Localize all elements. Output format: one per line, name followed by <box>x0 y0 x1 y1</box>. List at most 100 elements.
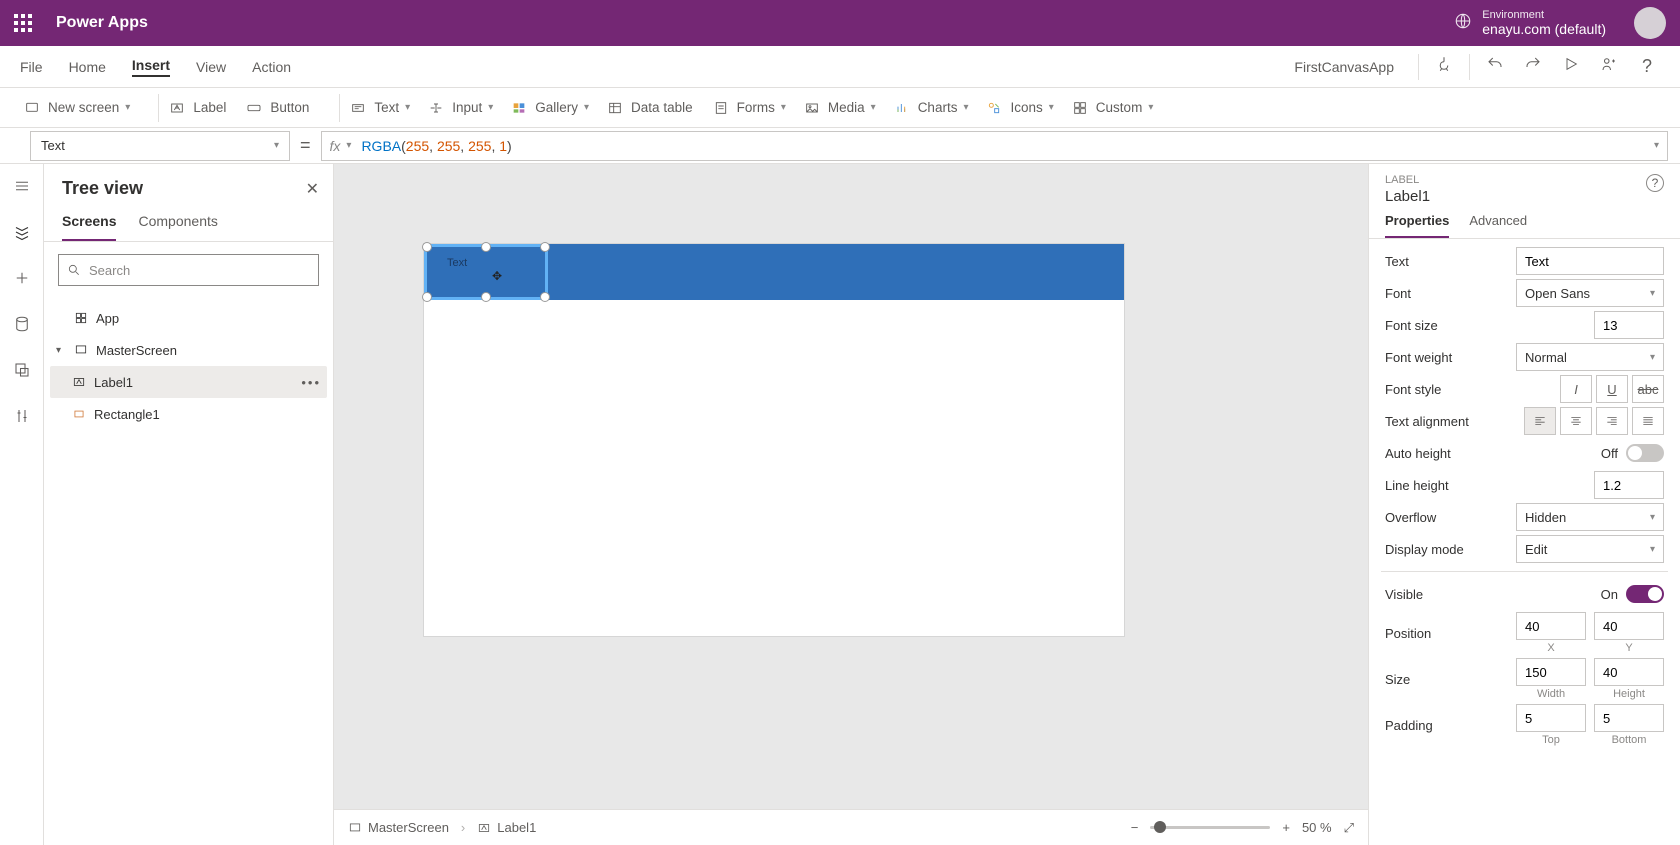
close-icon[interactable]: ✕ <box>306 179 319 199</box>
resize-handle[interactable] <box>540 292 550 302</box>
menu-insert[interactable]: Insert <box>132 57 170 77</box>
align-left-button[interactable] <box>1524 407 1556 435</box>
strikethrough-button[interactable]: abc <box>1632 375 1664 403</box>
insert-icons-label: Icons <box>1010 100 1042 115</box>
prop-visible-toggle[interactable] <box>1626 585 1664 603</box>
prop-padding-top[interactable] <box>1516 704 1586 732</box>
app-launcher-icon[interactable] <box>14 14 32 32</box>
redo-icon[interactable] <box>1514 55 1552 78</box>
prop-position-x[interactable] <box>1516 612 1586 640</box>
property-selector[interactable]: Text ▾ <box>30 131 290 161</box>
tree-node-label1[interactable]: Label1 ••• <box>50 366 327 398</box>
menu-home[interactable]: Home <box>69 59 106 75</box>
prop-overflow-select[interactable]: Hidden▾ <box>1516 503 1664 531</box>
menu-file[interactable]: File <box>20 59 43 75</box>
more-icon[interactable]: ••• <box>301 375 321 390</box>
tree-node-screen[interactable]: ▾ MasterScreen <box>50 334 327 366</box>
data-icon[interactable] <box>12 314 32 334</box>
resize-handle[interactable] <box>422 242 432 252</box>
resize-handle[interactable] <box>481 292 491 302</box>
advanced-tools-icon[interactable] <box>12 406 32 426</box>
media-panel-icon[interactable] <box>12 360 32 380</box>
prop-position-y[interactable] <box>1594 612 1664 640</box>
zoom-in-button[interactable]: + <box>1282 820 1290 835</box>
resize-handle[interactable] <box>540 242 550 252</box>
sublabel-width: Width <box>1537 688 1565 700</box>
hamburger-icon[interactable] <box>12 176 32 196</box>
help-icon[interactable]: ? <box>1646 174 1664 192</box>
align-justify-button[interactable] <box>1632 407 1664 435</box>
user-avatar[interactable] <box>1634 7 1666 39</box>
insert-label-button[interactable]: Label <box>169 100 228 116</box>
italic-button[interactable]: I <box>1560 375 1592 403</box>
tree-node-app[interactable]: App <box>50 302 327 334</box>
add-icon[interactable] <box>12 268 32 288</box>
fit-to-screen-icon[interactable]: ⤢ <box>1344 820 1354 836</box>
prop-fontsize-input[interactable] <box>1594 311 1664 339</box>
app-checker-icon[interactable] <box>1425 55 1463 78</box>
canvas-area[interactable]: Text ✥ MasterScreen › Label1 − <box>334 164 1368 845</box>
environment-label: Environment <box>1482 9 1606 22</box>
environment-picker[interactable]: Environment enayu.com (default) <box>1482 9 1606 38</box>
zoom-out-button[interactable]: − <box>1131 820 1139 835</box>
resize-handle[interactable] <box>422 292 432 302</box>
breadcrumb-screen[interactable]: MasterScreen <box>348 820 449 835</box>
prop-fontweight-select[interactable]: Normal▾ <box>1516 343 1664 371</box>
tree-view-icon[interactable] <box>12 222 32 242</box>
tab-screens[interactable]: Screens <box>62 205 116 241</box>
breadcrumb-control[interactable]: Label1 <box>477 820 536 835</box>
global-header: Power Apps Environment enayu.com (defaul… <box>0 0 1680 46</box>
search-input[interactable]: Search <box>58 254 319 286</box>
insert-input-menu[interactable]: Input▾ <box>428 100 493 116</box>
chevron-down-icon[interactable]: ▾ <box>56 345 66 356</box>
underline-button[interactable]: U <box>1596 375 1628 403</box>
screen-canvas[interactable]: Text ✥ <box>424 244 1124 636</box>
app-name: FirstCanvasApp <box>1294 59 1394 75</box>
align-center-button[interactable] <box>1560 407 1592 435</box>
tree-node-label: MasterScreen <box>96 343 177 358</box>
tab-components[interactable]: Components <box>138 205 217 241</box>
help-icon[interactable]: ? <box>1628 56 1666 77</box>
sublabel-y: Y <box>1625 642 1632 654</box>
insert-charts-menu[interactable]: Charts▾ <box>894 100 969 116</box>
new-screen-button[interactable]: New screen▾ <box>24 100 130 116</box>
label-control-icon <box>72 375 86 389</box>
prop-padding-bottom[interactable] <box>1594 704 1664 732</box>
chevron-down-icon: ▾ <box>1650 288 1655 299</box>
insert-media-menu[interactable]: Media▾ <box>804 100 876 116</box>
tree-node-rectangle1[interactable]: Rectangle1 <box>50 398 327 430</box>
insert-datatable-button[interactable]: Data table <box>607 100 695 116</box>
share-icon[interactable] <box>1590 55 1628 78</box>
prop-size-h[interactable] <box>1594 658 1664 686</box>
prop-lineheight-label: Line height <box>1385 478 1594 493</box>
menu-bar: File Home Insert View Action FirstCanvas… <box>0 46 1680 88</box>
prop-lineheight-input[interactable] <box>1594 471 1664 499</box>
chevron-down-icon: ▾ <box>1049 102 1054 113</box>
insert-button-button[interactable]: Button <box>246 100 311 116</box>
prop-displaymode-select[interactable]: Edit▾ <box>1516 535 1664 563</box>
menu-view[interactable]: View <box>196 59 226 75</box>
tab-advanced[interactable]: Advanced <box>1469 213 1527 238</box>
insert-custom-label: Custom <box>1096 100 1143 115</box>
insert-gallery-menu[interactable]: Gallery▾ <box>511 100 589 116</box>
insert-text-menu[interactable]: Text▾ <box>350 100 410 116</box>
tab-properties[interactable]: Properties <box>1385 213 1449 238</box>
menu-action[interactable]: Action <box>252 59 291 75</box>
prop-autoheight-toggle[interactable] <box>1626 444 1664 462</box>
play-icon[interactable] <box>1552 56 1590 77</box>
zoom-slider[interactable] <box>1150 826 1270 829</box>
chevron-down-icon: ▾ <box>125 102 130 113</box>
insert-custom-menu[interactable]: Custom▾ <box>1072 100 1154 116</box>
prop-text-input[interactable] <box>1516 247 1664 275</box>
insert-forms-menu[interactable]: Forms▾ <box>713 100 786 116</box>
prop-font-select[interactable]: Open Sans▾ <box>1516 279 1664 307</box>
selection-box[interactable]: Text ✥ <box>424 244 548 300</box>
resize-handle[interactable] <box>481 242 491 252</box>
undo-icon[interactable] <box>1476 55 1514 78</box>
prop-size-w[interactable] <box>1516 658 1586 686</box>
insert-label-text: Label <box>193 100 226 115</box>
chevron-down-icon[interactable]: ▾ <box>1654 140 1659 151</box>
insert-icons-menu[interactable]: Icons ▾ <box>986 100 1053 116</box>
formula-input[interactable]: fx ▾ RGBA(255, 255, 255, 1) ▾ <box>321 131 1668 161</box>
align-right-button[interactable] <box>1596 407 1628 435</box>
